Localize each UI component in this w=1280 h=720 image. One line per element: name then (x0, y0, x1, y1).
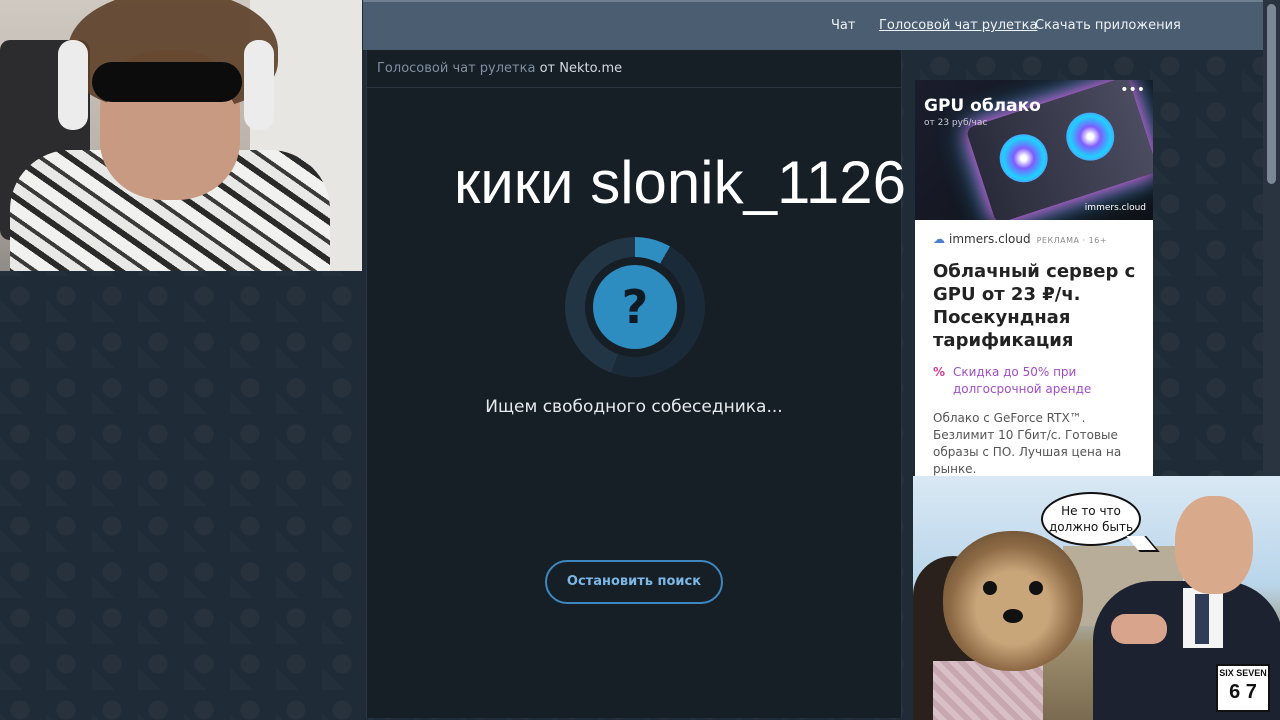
gpu-fan-icon (993, 128, 1054, 189)
top-nav: Чат Голосовой чат рулетка Скачать прилож… (363, 0, 1263, 50)
scrollbar-thumb[interactable] (1267, 4, 1276, 184)
webcam-sunglasses (92, 62, 242, 102)
speech-bubble-line1: Не то что (1061, 504, 1121, 518)
six-seven-badge: SIX SEVEN 6 7 (1216, 664, 1270, 712)
meme-overlay: Не то что должно быть SIX SEVEN 6 7 (913, 476, 1280, 720)
ad-meta: ☁ immers.cloud РЕКЛАМА · 16+ (915, 220, 1153, 246)
ad-description: Облако с GeForce RTX™. Безлимит 10 Гбит/… (933, 411, 1122, 476)
dog-eye (983, 581, 997, 595)
meme-man-head (1175, 496, 1253, 594)
panel-header-suffix: от Nekto.me (539, 61, 623, 76)
ad-headline[interactable]: Облачный сервер с GPU от 23 ₽/ч. Посекун… (915, 246, 1153, 352)
search-status-text: Ищем свободного собеседника... (485, 397, 783, 417)
gpu-fan-icon (1060, 106, 1121, 167)
nav-link-download-apps[interactable]: Скачать приложения (1035, 18, 1181, 33)
meme-dog (943, 531, 1083, 671)
ad-label: РЕКЛАМА · 16+ (1036, 236, 1108, 245)
ad-banner[interactable]: GPU облако от 23 руб/час ••• immers.clou… (915, 80, 1153, 220)
ad-advertiser[interactable]: immers.cloud (949, 232, 1031, 246)
meme-man-tie (1195, 594, 1209, 644)
panel-header: Голосовой чат рулетка от Nekto.me (367, 50, 901, 88)
webcam-headphone-left (58, 40, 88, 130)
cloud-icon: ☁ (933, 232, 945, 246)
meme-pointing-hand (1111, 614, 1167, 644)
stream-overlay-title: кики slonik_1126 (454, 149, 906, 216)
speech-bubble: Не то что должно быть (1041, 492, 1141, 546)
ad-promo-text: Скидка до 50% при долгосрочной аренде (953, 365, 1092, 396)
webcam-headphone-right (244, 40, 274, 130)
search-spinner: ? (565, 237, 705, 377)
stop-search-button[interactable]: Остановить поиск (545, 560, 723, 604)
panel-header-link[interactable]: Голосовой чат рулетка (377, 61, 535, 76)
badge-top-text: SIX SEVEN (1219, 668, 1267, 678)
nav-link-chat[interactable]: Чат (831, 18, 855, 33)
percent-icon: % (933, 365, 946, 379)
dog-nose (1003, 609, 1023, 623)
badge-bottom-text: 6 7 (1229, 681, 1257, 703)
ad-banner-title: GPU облако (924, 96, 1041, 116)
speech-bubble-line2: должно быть (1048, 520, 1134, 534)
nav-link-voice-roulette[interactable]: Голосовой чат рулетка (879, 18, 1037, 33)
ad-block[interactable]: GPU облако от 23 руб/час ••• immers.clou… (915, 80, 1153, 476)
ad-promo: % Скидка до 50% при долгосрочной аренде (915, 352, 1153, 398)
ad-banner-brand: immers.cloud (1084, 203, 1146, 213)
webcam-overlay (0, 0, 362, 271)
more-options-icon[interactable]: ••• (1120, 82, 1145, 98)
dog-eye (1029, 581, 1043, 595)
question-mark-icon: ? (593, 265, 677, 349)
ad-banner-subtitle: от 23 руб/час (924, 118, 988, 128)
